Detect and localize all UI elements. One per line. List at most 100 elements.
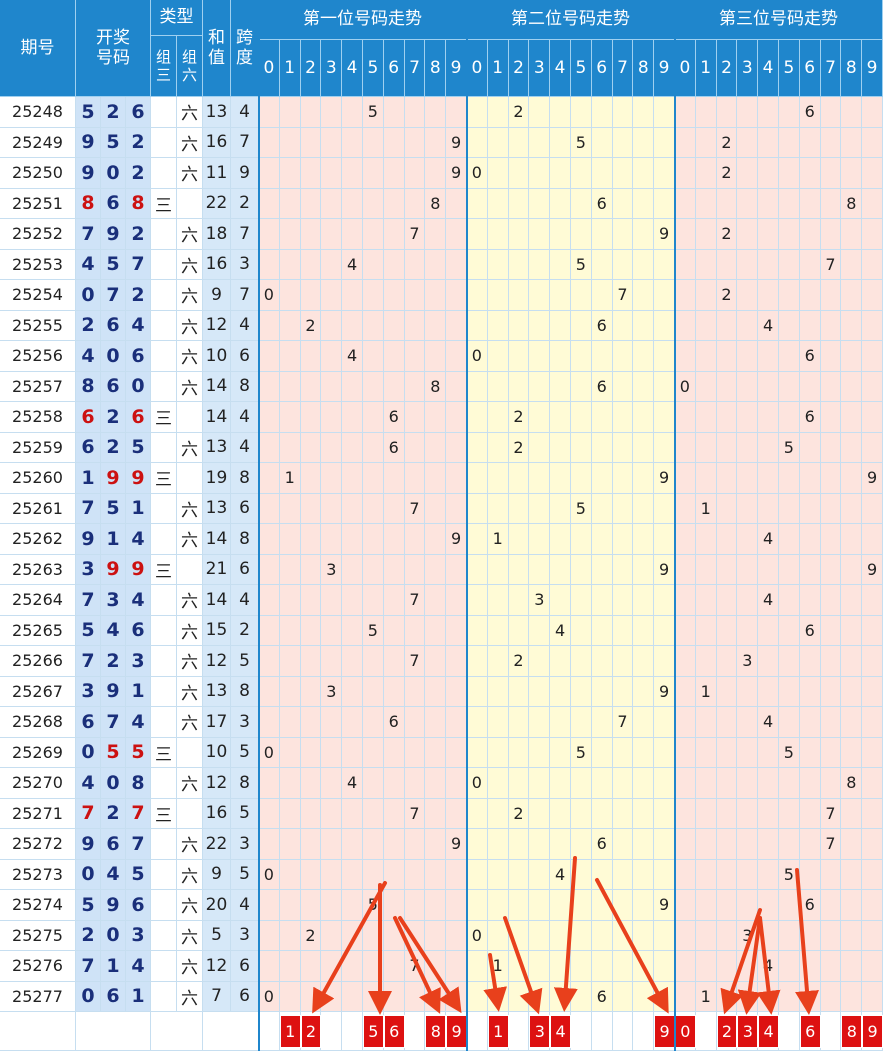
zone-1-cell [363,219,384,250]
zone-2-cell [633,280,655,311]
zone-3-cell [675,341,696,372]
zone-1-cell [279,646,301,677]
zone-2-cell [508,707,530,738]
row-type-six [177,737,203,768]
zone-1-hit: 7 [404,493,426,524]
row-type-six: 六 [177,432,203,463]
zone-1-cell [321,524,343,555]
zone-1-cell [425,97,447,128]
zone-2-cell [654,585,675,616]
row-draw-digit: 5 [101,127,126,158]
row-draw-digit: 6 [76,432,101,463]
zone-2-cell [487,859,509,890]
zone-2-cell [467,676,488,707]
row-issue: 25273 [0,859,76,890]
zone-2-cell [508,158,530,189]
prediction-marker: 5 [363,1015,384,1048]
zone-3-cell [675,188,696,219]
row-type-pair [151,920,177,951]
zone-3-cell [737,798,759,829]
zone-2-cell [487,188,509,219]
row-issue: 25271 [0,798,76,829]
zone-2-cell [591,737,613,768]
row-sum: 16 [203,127,231,158]
zone-2-cell [612,402,634,433]
zone-2-cell [529,432,551,463]
row-draw-digit: 6 [101,371,126,402]
zone-3-cell [675,676,696,707]
zone-2-cell [633,890,655,921]
zone-3-cell [675,737,696,768]
zone-3-cell [758,646,779,677]
row-type-pair [151,676,177,707]
zone-2-cell [654,646,675,677]
row-draw-digit: 8 [76,188,101,219]
zone-1-cell [300,707,322,738]
zone-2-hit: 9 [654,890,675,921]
row-draw-digit: 8 [76,371,101,402]
row-draw-digit: 7 [76,798,101,829]
zone-3-cell [695,188,717,219]
zone-1-cell [342,219,363,250]
row-span: 8 [231,463,259,494]
zone-1-cell [259,951,280,982]
header-draw: 开奖 号码 [76,0,151,97]
zone-1-cell [446,676,467,707]
zone-3-cell [695,707,717,738]
zone-3-cell [862,127,883,158]
zone-2-cell [550,951,571,982]
zone-3-cell [841,890,863,921]
zone-1-cell [446,615,467,646]
row-sum: 13 [203,676,231,707]
zone-3-cell [737,249,759,280]
zone-1-hit: 7 [404,798,426,829]
zone-1-cell [383,158,405,189]
zone-2-cell [654,188,675,219]
zone-1-hit: 4 [342,768,363,799]
row-sum: 14 [203,371,231,402]
zone-2-hit: 5 [571,127,592,158]
row-type-pair [151,219,177,250]
footer-draw [76,1012,151,1051]
zone-3-cell [737,615,759,646]
zone-3-cell [862,676,883,707]
header-type-pair-2: 三 [155,66,171,84]
row-type-pair [151,951,177,982]
zone-2-cell [550,646,571,677]
zone-3-cell [799,646,821,677]
row-draw-digit: 4 [101,615,126,646]
zone-3-cell [737,768,759,799]
zone-1-cell [321,737,343,768]
row-draw-digit: 4 [76,341,101,372]
prediction-marker: 8 [841,1015,863,1048]
zone-1-cell [342,310,363,341]
zone-3-cell [841,829,863,860]
zone-3-cell [737,585,759,616]
zone-3-cell [675,432,696,463]
row-draw-digit: 7 [101,280,126,311]
zone-3-cell [758,554,779,585]
zone-2-cell [508,371,530,402]
zone-2-cell [487,127,509,158]
row-draw-digit: 9 [76,158,101,189]
zone-2-cell [591,859,613,890]
header-type-pair: 组 三 [151,36,177,97]
zone-1-hit: 6 [383,707,405,738]
zone-2-cell [633,951,655,982]
zone-3-cell [779,97,800,128]
zone-1-cell [321,493,343,524]
zone-1-cell [279,249,301,280]
zone-2-cell [550,249,571,280]
zone-3-cell [695,768,717,799]
row-type-six [177,798,203,829]
zone-1-cell [300,524,322,555]
zone-1-cell [279,829,301,860]
zone-3-cell [862,737,883,768]
zone-2-cell [591,524,613,555]
zone-3-hit: 9 [862,463,883,494]
zone-1-digit-header: 4 [342,40,363,97]
zone-3-cell [737,859,759,890]
zone-2-cell [612,676,634,707]
zone-3-cell [675,951,696,982]
header-type-pair-1: 组 [155,48,171,66]
